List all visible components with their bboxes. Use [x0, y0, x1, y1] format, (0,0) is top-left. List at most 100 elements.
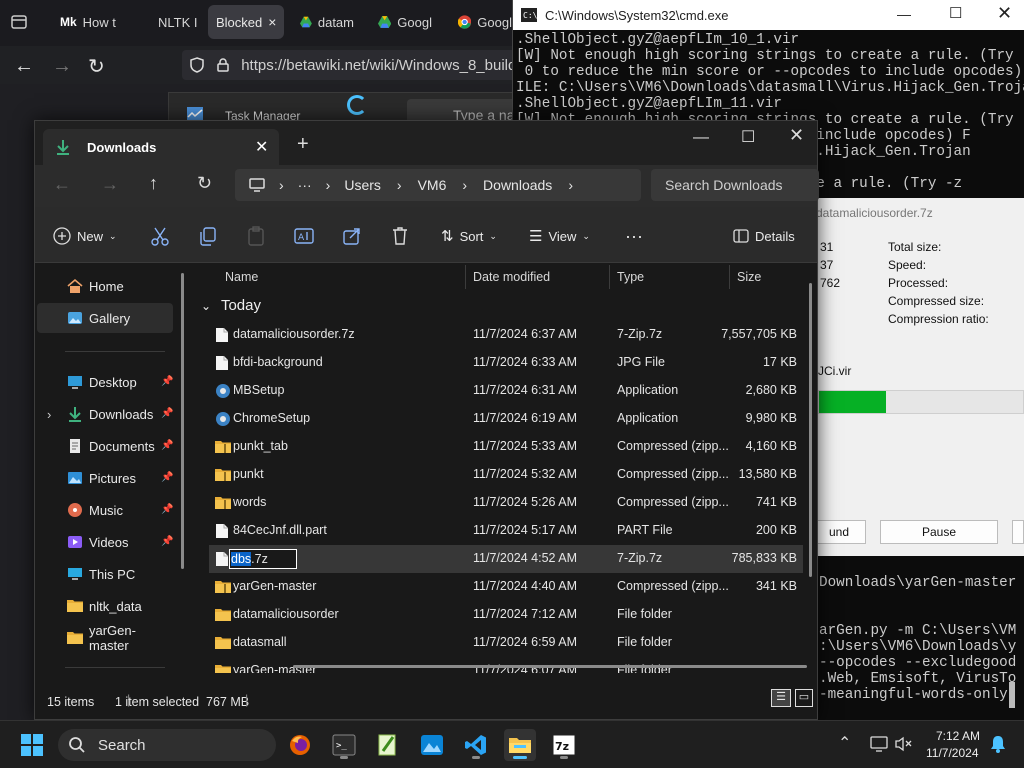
- browser-tab-active[interactable]: Blocked ×: [208, 5, 284, 39]
- browser-tab[interactable]: Googl: [450, 5, 520, 39]
- clock-date[interactable]: 11/7/2024: [926, 746, 979, 760]
- file-row[interactable]: 84CecJnf.dll.part 11/7/2024 5:17 AM PART F…: [209, 517, 803, 545]
- close-icon[interactable]: ✕: [997, 3, 1012, 24]
- nav-item[interactable]: Music 📌: [37, 495, 173, 525]
- volume-muted-icon[interactable]: [894, 736, 912, 752]
- column-header-date[interactable]: Date modified: [473, 263, 550, 291]
- pin-icon[interactable]: 📌: [161, 376, 173, 387]
- notepadpp-icon[interactable]: [372, 729, 404, 761]
- chevron-up-icon[interactable]: ⌃: [838, 733, 851, 753]
- minimize-icon[interactable]: —: [693, 129, 709, 147]
- breadcrumb-vm6[interactable]: VM6: [418, 177, 447, 193]
- nav-item[interactable]: This PC: [37, 559, 173, 589]
- close-tab-icon[interactable]: ✕: [255, 137, 268, 157]
- close-icon[interactable]: ×: [268, 14, 276, 30]
- cmd-scrollbar[interactable]: [1009, 682, 1015, 708]
- file-row[interactable]: bfdi-background 11/7/2024 6:33 AM JPG File…: [209, 349, 803, 377]
- browser-tab[interactable]: NLTK I: [150, 5, 202, 39]
- breadcrumb-downloads[interactable]: Downloads: [483, 177, 552, 193]
- browser-tab[interactable]: datam: [292, 5, 362, 39]
- explorer-icon[interactable]: [504, 729, 536, 761]
- cmd-title-bar[interactable]: C:\ C:\Windows\System32\cmd.exe — ☐ ✕: [513, 0, 1024, 30]
- nav-item[interactable]: Pictures 📌: [37, 463, 173, 493]
- minimize-icon[interactable]: —: [897, 6, 911, 22]
- column-header-size[interactable]: Size: [737, 263, 761, 291]
- search-input[interactable]: Search Downloads: [651, 169, 819, 201]
- chevron-right-icon[interactable]: ›: [568, 177, 573, 193]
- file-row[interactable]: punkt_tab 11/7/2024 5:33 AM Compressed (zi…: [209, 433, 803, 461]
- vscode-icon[interactable]: [460, 729, 492, 761]
- file-row[interactable]: MBSetup 11/7/2024 6:31 AM Application 2,680…: [209, 377, 803, 405]
- nav-item[interactable]: yarGen-master: [37, 623, 173, 653]
- file-row[interactable]: datasmall 11/7/2024 6:59 AM File folder: [209, 629, 803, 657]
- back-arrow-icon[interactable]: ←: [53, 174, 71, 195]
- copy-icon[interactable]: [197, 225, 219, 247]
- delete-icon[interactable]: [389, 225, 411, 247]
- url-bar[interactable]: https://betawiki.net/wiki/Windows_8_buil…: [182, 50, 520, 80]
- forward-arrow-icon[interactable]: →: [52, 55, 72, 78]
- breadcrumb[interactable]: › ··· › Users › VM6 › Downloads ›: [235, 169, 641, 201]
- column-divider[interactable]: [729, 265, 730, 289]
- nav-item[interactable]: Desktop 📌: [37, 367, 173, 397]
- pin-icon[interactable]: 📌: [161, 408, 173, 419]
- details-view-icon[interactable]: ☰: [771, 689, 791, 707]
- notification-bell-icon[interactable]: [990, 735, 1006, 753]
- ellipsis-icon[interactable]: ···: [298, 177, 312, 193]
- maximize-icon[interactable]: ☐: [949, 4, 962, 22]
- rename-icon[interactable]: A: [293, 225, 315, 247]
- refresh-icon[interactable]: ↻: [197, 173, 212, 194]
- more-options-icon[interactable]: ···: [625, 223, 643, 249]
- file-row[interactable]: punkt 11/7/2024 5:32 AM Compressed (zipp..…: [209, 461, 803, 489]
- up-arrow-icon[interactable]: ↑: [149, 173, 158, 194]
- windows-start-icon[interactable]: [20, 733, 44, 757]
- nav-item[interactable]: Home: [37, 271, 173, 301]
- forward-arrow-icon[interactable]: →: [101, 174, 119, 195]
- column-header-name[interactable]: Name: [225, 263, 258, 291]
- nav-item[interactable]: Downloads 📌 ›: [37, 399, 173, 429]
- explorer-tab[interactable]: Downloads ✕: [43, 129, 279, 165]
- tab-overview-icon[interactable]: [10, 13, 28, 31]
- column-divider[interactable]: [465, 265, 466, 289]
- photos-icon[interactable]: [416, 729, 448, 761]
- file-row[interactable]: words 11/7/2024 5:26 AM Compressed (zipp..…: [209, 489, 803, 517]
- browser-tab[interactable]: Googl: [370, 5, 440, 39]
- pin-icon[interactable]: 📌: [161, 536, 173, 547]
- file-row[interactable]: yarGen-master 11/7/2024 4:40 AM Compressed…: [209, 573, 803, 601]
- horizontal-scrollbar[interactable]: [293, 665, 807, 668]
- new-button[interactable]: New ⌄: [53, 223, 117, 249]
- url-text[interactable]: https://betawiki.net/wiki/Windows_8_buil…: [241, 57, 520, 74]
- vertical-scrollbar[interactable]: [809, 283, 812, 577]
- nav-item[interactable]: Gallery: [37, 303, 173, 333]
- shield-icon[interactable]: [190, 57, 207, 73]
- file-explorer-window[interactable]: Downloads ✕ + — ☐ ✕ ← → ↑ ↻ › ··· › User…: [34, 120, 819, 720]
- paste-icon[interactable]: [245, 225, 267, 247]
- firefox-icon[interactable]: [284, 729, 316, 761]
- column-divider[interactable]: [609, 265, 610, 289]
- maximize-icon[interactable]: ☐: [741, 127, 755, 147]
- file-row[interactable]: datamaliciousorder 11/7/2024 7:12 AM File …: [209, 601, 803, 629]
- reload-icon[interactable]: ↻: [88, 54, 105, 79]
- lock-icon[interactable]: [217, 58, 229, 72]
- pin-icon[interactable]: 📌: [161, 504, 173, 515]
- nav-scrollbar[interactable]: [181, 273, 184, 569]
- close-icon[interactable]: ✕: [789, 125, 804, 146]
- terminal-icon[interactable]: >_: [328, 729, 360, 761]
- back-arrow-icon[interactable]: ←: [14, 55, 34, 78]
- 7zip-icon[interactable]: 7z: [548, 729, 580, 761]
- breadcrumb-users[interactable]: Users: [344, 177, 381, 193]
- sort-button[interactable]: ⇅ Sort ⌄: [441, 223, 497, 249]
- browser-tab[interactable]: Mk How t: [52, 5, 140, 39]
- nav-item[interactable]: Documents 📌: [37, 431, 173, 461]
- share-icon[interactable]: [341, 225, 363, 247]
- pause-button[interactable]: Pause: [880, 520, 998, 544]
- view-button[interactable]: ☰ View ⌄: [529, 223, 590, 249]
- rename-input[interactable]: dbs.7z: [229, 549, 297, 569]
- nav-item[interactable]: Videos 📌: [37, 527, 173, 557]
- clock-time[interactable]: 7:12 AM: [936, 729, 980, 743]
- file-row[interactable]: dbs.7z 11/7/2024 4:52 AM 7-Zip.7z 785,833 K…: [209, 545, 803, 573]
- cancel-button[interactable]: [1012, 520, 1024, 544]
- network-icon[interactable]: [870, 736, 888, 752]
- group-header[interactable]: ⌄ Today: [201, 297, 261, 314]
- file-row[interactable]: ChromeSetup 11/7/2024 6:19 AM Application 9…: [209, 405, 803, 433]
- tiles-view-icon[interactable]: ▭: [795, 689, 813, 707]
